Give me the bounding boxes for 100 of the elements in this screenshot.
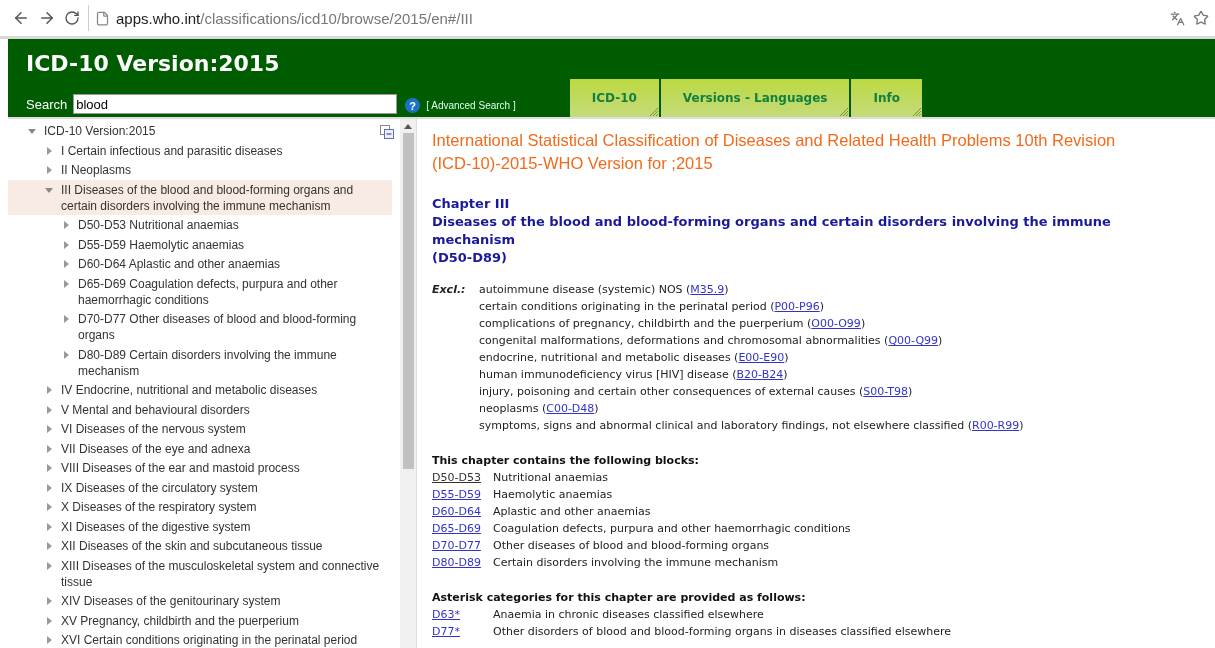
code-link[interactable]: M35.9	[690, 283, 725, 296]
page-title: International Statistical Classification of Diseases and Related Health Problems 10th Revision	[432, 130, 1117, 151]
tree-item[interactable]: ICD-10 Version:2015	[44, 123, 156, 139]
tree-item[interactable]: X Diseases of the respiratory system	[61, 499, 257, 515]
block-title: Nutritional anaemias	[493, 470, 609, 486]
search-label: Search	[26, 97, 68, 112]
expanded-icon[interactable]	[28, 127, 36, 135]
forward-button[interactable]	[38, 9, 56, 27]
collapsed-icon[interactable]	[45, 616, 53, 625]
tree-item[interactable]: D65-D69 Coagulation defects, purpura and other haemorrhagic conditions	[78, 275, 392, 308]
collapsed-icon[interactable]	[45, 166, 53, 174]
chapter-number: Chapter III	[432, 195, 511, 213]
collapsed-icon[interactable]	[62, 260, 70, 268]
block-title: Haemolytic anaemias	[493, 487, 614, 503]
exclusion-label: Excl.:	[432, 282, 467, 298]
advanced-search-link[interactable]: [ Advanced Search ]	[426, 100, 516, 111]
code-link[interactable]: O00-O99	[811, 317, 861, 330]
collapsed-icon[interactable]	[45, 597, 53, 605]
collapsed-icon[interactable]	[45, 146, 53, 155]
collapse-all-icon[interactable]	[380, 125, 394, 139]
exclusion-item: symptoms, signs and abnormal clinical and laboratory findings, not elsewhere classified (R00-R99)	[479, 418, 1025, 434]
code-link[interactable]: S00-T98	[863, 385, 908, 398]
code-link[interactable]: D65-D69	[432, 522, 481, 535]
block-title: Other diseases of blood and blood-forming organs	[493, 538, 771, 554]
code-link[interactable]: D70-D77	[432, 539, 481, 552]
tree-item[interactable]: VI Diseases of the nervous system	[61, 421, 246, 437]
tree-row-highlight[interactable]: III Diseases of the blood and blood-forming organs and certain disorders involving the immune mechanism	[8, 179, 392, 215]
address-bar[interactable]: apps.who.int/classifications/icd10/browse/2015/en#/III	[88, 5, 1162, 31]
code-link[interactable]: D80-D89	[432, 556, 481, 569]
collapsed-icon[interactable]	[62, 315, 70, 323]
tree-item[interactable]: IX Diseases of the circulatory system	[61, 479, 258, 496]
code-link[interactable]: Q00-Q99	[888, 334, 939, 347]
tree-item[interactable]: XIII Diseases of the musculoskeletal system and connective tissue	[61, 557, 392, 590]
search-field[interactable]: blood	[73, 94, 398, 114]
collapsed-icon[interactable]	[45, 503, 53, 511]
chapter-title: Diseases of the blood and blood-forming organs and certain disorders involving the immune mechanism	[432, 213, 1112, 249]
expanded-icon[interactable]	[45, 185, 53, 194]
collapsed-icon[interactable]	[45, 444, 53, 453]
code-link[interactable]: D63*	[432, 608, 460, 621]
tree-item[interactable]: III Diseases of the blood and blood-forming organs and certain disorders involving the immune mechanism	[61, 181, 392, 214]
reload-button[interactable]	[64, 10, 80, 26]
tree-item[interactable]: VII Diseases of the eye and adnexa	[61, 440, 251, 457]
tree-item[interactable]: V Mental and behavioural disorders	[61, 401, 250, 418]
scroll-thumb[interactable]	[402, 133, 414, 469]
collapsed-icon[interactable]	[45, 483, 53, 492]
code-link[interactable]: R00-R99	[972, 419, 1020, 432]
star-icon[interactable]	[1193, 10, 1209, 26]
collapsed-icon[interactable]	[45, 386, 53, 394]
block-title: Anaemia in chronic diseases classified elsewhere	[493, 607, 765, 623]
tree-item[interactable]: IV Endocrine, nutritional and metabolic diseases	[61, 382, 318, 398]
exclusion-item: endocrine, nutritional and metabolic diseases (E00-E90)	[479, 350, 790, 366]
exclusion-item: congenital malformations, deformations and chromosomal abnormalities (Q00-Q99)	[479, 333, 944, 349]
collapsed-icon[interactable]	[45, 425, 53, 433]
collapsed-icon[interactable]	[45, 405, 53, 414]
tree-item[interactable]: XV Pregnancy, childbirth and the puerperium	[61, 612, 299, 629]
scrollbar[interactable]	[400, 119, 416, 648]
collapsed-icon[interactable]	[62, 221, 70, 229]
exclusion-item: certain conditions originating in the perinatal period (P00-P96)	[479, 299, 825, 315]
translate-icon[interactable]	[1170, 10, 1185, 26]
exclusion-item: injury, poisoning and certain other consequences of external causes (S00-T98)	[479, 384, 914, 400]
tree-item[interactable]: XIV Diseases of the genitourinary system	[61, 593, 281, 609]
collapsed-icon[interactable]	[62, 350, 70, 359]
tree-item[interactable]: D50-D53 Nutritional anaemias	[78, 217, 239, 233]
collapsed-icon[interactable]	[45, 464, 53, 472]
back-button[interactable]	[12, 9, 30, 27]
tree-item[interactable]: XVI Certain conditions originating in the perinatal period	[61, 632, 358, 648]
page-icon	[95, 10, 110, 26]
section-heading: This chapter contains the following blocks:	[432, 453, 700, 469]
tree-item[interactable]: II Neoplasms	[61, 162, 132, 178]
exclusion-item: complications of pregnancy, childbirth and the puerperium (O00-O99)	[479, 316, 867, 332]
code-link[interactable]: D55-D59	[432, 488, 481, 501]
tree-item[interactable]: D55-D59 Haemolytic anaemias	[78, 236, 245, 253]
tree-item[interactable]: D80-D89 Certain disorders involving the immune mechanism	[78, 346, 392, 379]
help-button[interactable]: ?	[405, 98, 421, 113]
code-link[interactable]: E00-E90	[738, 351, 785, 364]
code-link[interactable]: D50-D53	[432, 471, 481, 484]
collapsed-icon[interactable]	[45, 561, 53, 570]
code-link[interactable]: B20-B24	[736, 368, 784, 381]
block-title: Certain disorders involving the immune mechanism	[493, 555, 780, 571]
block-title: Aplastic and other anaemias	[493, 504, 652, 520]
collapsed-icon[interactable]	[45, 522, 53, 531]
collapsed-icon[interactable]	[45, 542, 53, 550]
exclusion-item: neoplasms (C00-D48)	[479, 401, 600, 417]
code-link[interactable]: C00-D48	[546, 402, 595, 415]
code-link[interactable]: P00-P96	[774, 300, 820, 313]
code-link[interactable]: D77*	[432, 625, 460, 638]
tree-item[interactable]: XI Diseases of the digestive system	[61, 518, 251, 535]
corner-grip-icon	[838, 106, 849, 116]
collapsed-icon[interactable]	[62, 279, 70, 288]
tree-item[interactable]: D60-D64 Aplastic and other anaemias	[78, 256, 281, 272]
collapsed-icon[interactable]	[62, 240, 70, 249]
page-title: (ICD-10)-2015-WHO Version for ;2015	[432, 153, 714, 174]
collapsed-icon[interactable]	[45, 636, 53, 644]
tree-item[interactable]: I Certain infectious and parasitic diseases	[61, 142, 283, 159]
site-title: ICD-10 Version:2015	[26, 51, 281, 76]
tree-item[interactable]: D70-D77 Other diseases of blood and blood-forming organs	[78, 311, 392, 343]
tree-item[interactable]: XII Diseases of the skin and subcutaneous tissue	[61, 538, 323, 554]
scroll-up-icon[interactable]	[404, 123, 412, 129]
code-link[interactable]: D60-D64	[432, 505, 481, 518]
tree-item[interactable]: VIII Diseases of the ear and mastoid process	[61, 460, 300, 476]
